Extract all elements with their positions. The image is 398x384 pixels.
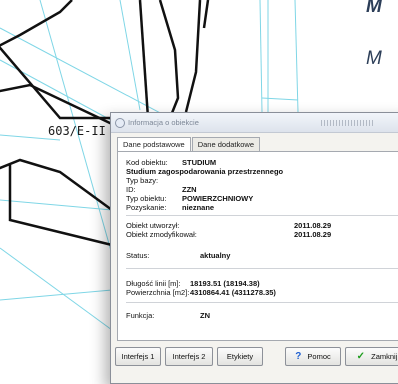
interface2-button[interactable]: Interfejs 2 <box>165 347 213 366</box>
tab-additional-data[interactable]: Dane dodatkowe <box>191 137 261 151</box>
field-label: Typ obiektu: <box>126 194 167 203</box>
help-button-label: Pomoc <box>307 352 331 361</box>
dialog-titlebar[interactable]: Informacja o obiekcie <box>111 113 398 133</box>
checkmark-icon: ✓ <box>356 351 366 362</box>
map-cyan-line <box>294 0 299 113</box>
field-value: nieznane <box>182 203 215 212</box>
side-heading-letter: M <box>366 48 382 69</box>
close-button[interactable]: ✓ Zamknij <box>345 347 398 366</box>
map-boundary-line <box>202 0 210 29</box>
field-value: STUDIUM <box>182 158 217 167</box>
map-cyan-line <box>261 97 299 101</box>
map-boundary-line <box>0 158 113 212</box>
status-value: aktualny <box>200 251 231 260</box>
map-cyan-line <box>0 289 113 301</box>
object-info-dialog: Informacja o obiekcie Dane podstawowe Da… <box>110 112 398 384</box>
map-cyan-line <box>0 247 113 331</box>
side-heading-letter: M <box>366 0 382 17</box>
tab-bar: Dane podstawowe Dane dodatkowe <box>117 137 261 152</box>
section-divider <box>126 215 398 216</box>
section-divider <box>126 302 398 303</box>
help-button[interactable]: ? Pomoc <box>285 347 341 366</box>
field-value: 2011.08.29 <box>294 230 332 239</box>
object-description: Studium zagospodarowania przestrzennego <box>126 167 284 176</box>
map-boundary-line <box>0 0 73 47</box>
field-label: Powierzchnia [m2]: <box>126 288 190 297</box>
map-boundary-line <box>138 0 150 119</box>
labels-button[interactable]: Etykiety <box>217 347 263 366</box>
field-label: Kod obiektu: <box>126 158 168 167</box>
field-label: Status: <box>126 251 150 260</box>
section-divider <box>126 268 398 269</box>
basic-data-panel: Kod obiektu: STUDIUM Studium zagospodaro… <box>117 151 398 341</box>
function-value: ZN <box>200 311 210 320</box>
field-value: 4310864.41 (4311278.35) <box>190 288 276 297</box>
map-boundary-line <box>158 0 180 119</box>
field-value: 18193.51 (18194.38) <box>190 279 260 288</box>
field-label: Obiekt zmodyfikował: <box>126 230 197 239</box>
map-cyan-line <box>0 199 113 211</box>
interface2-button-label: Interfejs 2 <box>172 352 206 361</box>
field-label: Funkcja: <box>126 311 155 320</box>
labels-button-label: Etykiety <box>226 352 254 361</box>
field-value: ZZN <box>182 185 197 194</box>
interface1-button-label: Interfejs 1 <box>121 352 155 361</box>
field-label: ID: <box>126 185 136 194</box>
field-label: Typ bazy: <box>126 176 159 185</box>
titlebar-grip <box>321 120 373 126</box>
field-value: POWIERZCHNIOWY <box>182 194 254 203</box>
field-value: 2011.08.29 <box>294 221 332 230</box>
close-button-label: Zamknij <box>371 352 398 361</box>
field-label: Długość linii [m]: <box>126 279 181 288</box>
field-label: Pozyskanie: <box>126 203 167 212</box>
field-label: Obiekt utworzył: <box>126 221 180 230</box>
map-cyan-line <box>259 0 263 113</box>
app-icon <box>115 118 125 128</box>
dialog-title: Informacja o obiekcie <box>128 118 199 127</box>
help-icon: ? <box>295 351 302 362</box>
map-parcel-label: 603/E-II <box>48 124 106 138</box>
tab-basic-data[interactable]: Dane podstawowe <box>117 137 191 152</box>
interface1-button[interactable]: Interfejs 1 <box>115 347 161 366</box>
map-boundary-line <box>184 0 202 113</box>
